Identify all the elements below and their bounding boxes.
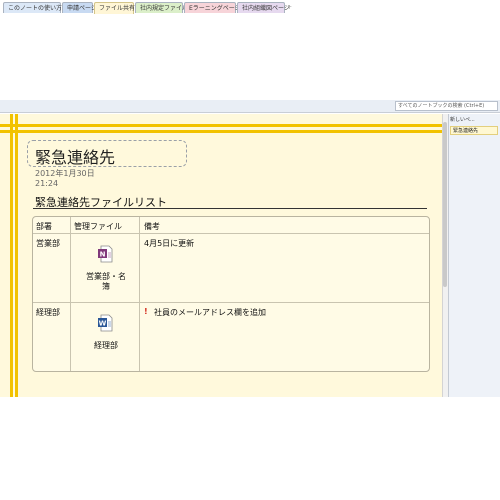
important-flag-icon: ! bbox=[144, 307, 148, 316]
page-stripe-left-2 bbox=[15, 114, 18, 397]
page-time: 21:24 bbox=[35, 179, 59, 188]
page-date: 2012年1月30日 bbox=[35, 169, 95, 178]
file-name-label[interactable]: 経理部 bbox=[78, 341, 134, 351]
table-header-divider bbox=[33, 233, 429, 234]
heading-underline bbox=[33, 208, 427, 209]
table-header-file: 管理ファイル bbox=[74, 222, 122, 231]
page-list-panel bbox=[448, 114, 500, 397]
tab-file-sharing[interactable]: ファイル共有 bbox=[94, 2, 135, 14]
page-list-item[interactable]: 緊急連絡先 bbox=[450, 126, 498, 135]
table-cell-dept: 営業部 bbox=[36, 239, 60, 248]
word-file-icon[interactable]: W bbox=[97, 314, 113, 332]
onenote-file-icon[interactable]: N bbox=[97, 245, 113, 263]
table-cell-note: 社員のメールアドレス欄を追加 bbox=[154, 308, 266, 317]
page-stripe-top-1 bbox=[0, 124, 442, 127]
table-cell-note: 4月5日に更新 bbox=[144, 239, 195, 248]
table-row-divider bbox=[33, 302, 429, 303]
notebook-search-input[interactable]: すべてのノートブックの検索 (Ctrl+E) bbox=[395, 101, 498, 111]
table-column-divider bbox=[139, 217, 140, 371]
tab-internal-rules[interactable]: 社内規定ファイル bbox=[135, 2, 188, 13]
add-section-button[interactable]: + bbox=[287, 2, 297, 13]
scrollbar-thumb[interactable] bbox=[443, 122, 447, 287]
page-stripe-top-2 bbox=[0, 130, 442, 133]
table-header-note: 備考 bbox=[144, 222, 160, 231]
svg-text:W: W bbox=[99, 320, 107, 328]
page-title: 緊急連絡先 bbox=[35, 148, 116, 167]
table-column-divider bbox=[70, 217, 71, 371]
table-header-dept: 部署 bbox=[36, 222, 52, 231]
tab-how-to-use[interactable]: このノートの使い方 bbox=[3, 2, 62, 13]
svg-text:N: N bbox=[100, 251, 106, 259]
page-stripe-left-1 bbox=[10, 114, 13, 397]
tab-e-learning[interactable]: Eラーニングページ bbox=[184, 2, 241, 13]
tab-org-chart[interactable]: 社内組織図ページ bbox=[237, 2, 290, 13]
new-page-button[interactable]: 新しいペ... bbox=[450, 116, 498, 125]
table-cell-dept: 経理部 bbox=[36, 308, 60, 317]
tab-application[interactable]: 申請ページ bbox=[62, 2, 97, 13]
file-name-label[interactable]: 営業部・名 bbox=[78, 272, 134, 282]
file-name-label-cont[interactable]: 簿 bbox=[78, 282, 134, 292]
